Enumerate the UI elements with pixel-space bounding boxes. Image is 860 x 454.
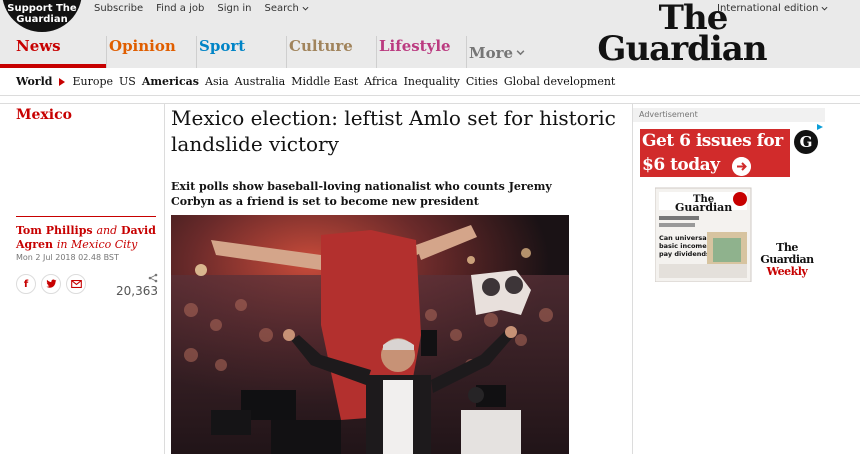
subscribe-link[interactable]: Subscribe xyxy=(94,3,143,14)
share-email-button[interactable] xyxy=(66,274,86,294)
logo-line-2: Guardian xyxy=(597,29,767,69)
ad-offer-line-1: Get 6 issues for xyxy=(642,131,783,151)
subnav-item-active[interactable]: Americas xyxy=(142,75,199,88)
byline-location: in Mexico City xyxy=(56,238,138,251)
svg-text:Can universal: Can universal xyxy=(659,234,709,242)
subnav-item[interactable]: Asia xyxy=(205,75,229,88)
pillar-more[interactable]: More xyxy=(469,36,525,68)
byline-and: and xyxy=(96,224,118,237)
pillar-nav: News Opinion Sport Culture Lifestyle Mor… xyxy=(0,36,560,68)
magazine-cover-image: The Guardian Can universal basic income … xyxy=(655,187,752,282)
facebook-icon: f xyxy=(23,278,29,290)
ad-offer-line-2: $6 today xyxy=(642,155,720,175)
support-button[interactable]: Support The Guardian xyxy=(2,0,82,32)
search-menu[interactable]: Search xyxy=(264,3,309,14)
advertisement-label: Advertisement xyxy=(633,108,825,122)
guardian-logo[interactable]: The Guardian xyxy=(587,1,777,69)
pillar-news-label: News xyxy=(16,37,61,55)
subnav-item[interactable]: Africa xyxy=(364,75,397,88)
ad-choices-icon[interactable] xyxy=(817,124,823,130)
subnav-item[interactable]: Australia xyxy=(235,75,286,88)
sign-in-link[interactable]: Sign in xyxy=(217,3,251,14)
subnav-item[interactable]: US xyxy=(119,75,136,88)
top-links: Subscribe Find a job Sign in Search xyxy=(94,3,309,14)
search-label: Search xyxy=(264,3,299,14)
subnav-item[interactable]: Cities xyxy=(466,75,498,88)
byline: Tom Phillips and David Agren in Mexico C… xyxy=(16,224,156,252)
pillar-culture[interactable]: Culture xyxy=(289,36,353,68)
support-label: Support The Guardian xyxy=(7,3,77,25)
article-main-photo[interactable] xyxy=(171,215,569,454)
pillar-lifestyle-label: Lifestyle xyxy=(379,37,451,55)
pillar-divider xyxy=(376,36,377,68)
chevron-down-icon xyxy=(516,50,525,56)
pillar-divider xyxy=(466,36,467,68)
pillar-opinion-label: Opinion xyxy=(109,37,176,55)
pillar-lifestyle[interactable]: Lifestyle xyxy=(379,36,451,68)
subnav-item[interactable]: Europe xyxy=(72,75,113,88)
pillar-divider xyxy=(196,36,197,68)
rally-photo-image xyxy=(171,215,569,454)
pillar-sport[interactable]: Sport xyxy=(199,36,245,68)
arrow-right-icon xyxy=(732,157,751,176)
byline-rule xyxy=(16,216,156,217)
subnav-item[interactable]: Global development xyxy=(504,75,615,88)
pillar-more-label: More xyxy=(469,43,514,62)
pillar-opinion[interactable]: Opinion xyxy=(109,36,176,68)
content-top-rule xyxy=(0,103,860,104)
email-icon xyxy=(70,280,82,288)
subnav-item[interactable]: Inequality xyxy=(404,75,460,88)
site-header: Support The Guardian Subscribe Find a jo… xyxy=(0,0,860,68)
share-count: 20,363 xyxy=(116,284,158,298)
twitter-icon xyxy=(45,279,57,288)
guardian-roundel-icon: G xyxy=(794,130,818,154)
find-job-link[interactable]: Find a job xyxy=(156,3,204,14)
svg-text:pay dividends?: pay dividends? xyxy=(659,250,714,258)
guardian-weekly-logo: The Guardian Weekly xyxy=(751,242,823,278)
left-column-rule xyxy=(164,103,165,454)
pillar-news[interactable]: News xyxy=(0,36,107,68)
sub-navigation: World Europe US Americas Asia Australia … xyxy=(0,68,860,96)
triangle-right-icon xyxy=(59,77,66,86)
chevron-down-icon xyxy=(821,6,828,11)
chevron-down-icon xyxy=(302,6,309,11)
section-label[interactable]: Mexico xyxy=(16,107,72,123)
share-facebook-button[interactable]: f xyxy=(16,274,36,294)
ad-offer-block[interactable]: Get 6 issues for $6 today xyxy=(640,129,790,177)
ad-gw-line-3: Weekly xyxy=(766,265,808,278)
share-twitter-button[interactable] xyxy=(41,274,61,294)
article-standfirst: Exit polls show baseball-loving national… xyxy=(171,180,552,208)
svg-text:Guardian: Guardian xyxy=(675,201,732,214)
pillar-divider xyxy=(106,36,107,68)
subnav-item[interactable]: Middle East xyxy=(291,75,358,88)
pillar-culture-label: Culture xyxy=(289,37,353,55)
advertisement-banner[interactable]: Get 6 issues for $6 today G The Guardian… xyxy=(633,122,825,284)
svg-text:basic income: basic income xyxy=(659,242,707,250)
author-link[interactable]: Tom Phillips xyxy=(16,224,93,237)
article-headline: Mexico election: leftist Amlo set for hi… xyxy=(171,106,616,156)
pillar-divider xyxy=(286,36,287,68)
publish-date: Mon 2 Jul 2018 02.48 BST xyxy=(16,253,119,262)
subnav-world[interactable]: World xyxy=(16,75,52,88)
share-icon xyxy=(148,273,158,283)
pillar-sport-label: Sport xyxy=(199,37,246,55)
